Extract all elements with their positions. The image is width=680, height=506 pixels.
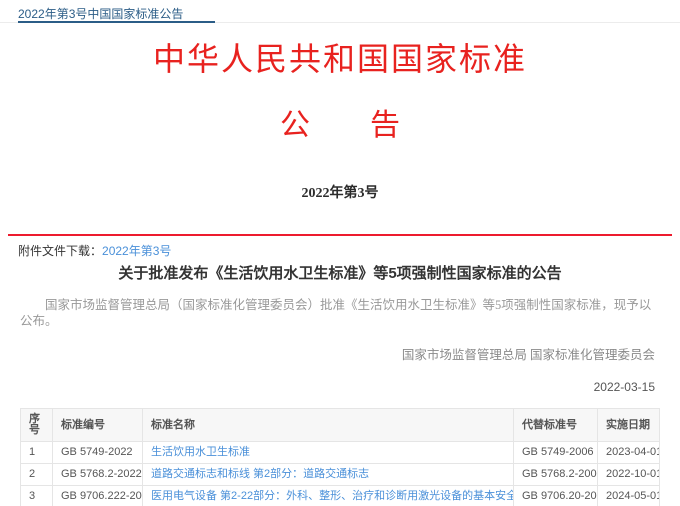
issue-number: 2022年第3号 — [0, 185, 680, 203]
cell-seq: 3 — [21, 486, 53, 506]
document-subtitle: 公 告 — [0, 108, 680, 144]
standard-name-link[interactable]: 医用电气设备 第2-22部分：外科、整形、治疗和诊断用激光设备的基本安全和基本性… — [151, 490, 514, 502]
announcement-body: 国家市场监督管理总局（国家标准化管理委员会）批准《生活饮用水卫生标准》等5项强制… — [20, 297, 660, 329]
table-row: 3 GB 9706.222-2022 医用电气设备 第2-22部分：外科、整形、… — [21, 486, 660, 506]
standard-name-link[interactable]: 生活饮用水卫生标准 — [151, 446, 250, 458]
table-row: 1 GB 5749-2022 生活饮用水卫生标准 GB 5749-2006 20… — [21, 442, 660, 464]
attachment-download-bar: 附件文件下载：2022年第3号 — [0, 236, 680, 261]
document-header: 中华人民共和国国家标准 公 告 2022年第3号 — [0, 39, 680, 203]
document-title: 中华人民共和国国家标准 — [0, 39, 680, 79]
cell-standard-code: GB 5768.2-2022 — [53, 464, 143, 486]
attachment-download-link[interactable]: 2022年第3号 — [102, 244, 171, 258]
top-nav-bar: 2022年第3号中国国家标准公告 — [0, 0, 680, 23]
header-implement-date: 实施日期 — [598, 409, 660, 442]
cell-seq: 1 — [21, 442, 53, 464]
table-header-row: 序号 标准编号 标准名称 代替标准号 实施日期 — [21, 409, 660, 442]
nav-active-underline — [18, 21, 215, 23]
header-seq: 序号 — [21, 409, 53, 442]
cell-standard-code: GB 5749-2022 — [53, 442, 143, 464]
header-standard-name: 标准名称 — [143, 409, 514, 442]
table-row: 2 GB 5768.2-2022 道路交通标志和标线 第2部分：道路交通标志 G… — [21, 464, 660, 486]
cell-implement-date: 2024-05-01 — [598, 486, 660, 506]
announcement-date: 2022-03-15 — [0, 380, 655, 394]
cell-implement-date: 2022-10-01 — [598, 464, 660, 486]
cell-implement-date: 2023-04-01 — [598, 442, 660, 464]
header-standard-code: 标准编号 — [53, 409, 143, 442]
header-replaced-code: 代替标准号 — [514, 409, 598, 442]
cell-replaced-code: GB 5768.2-2009 — [514, 464, 598, 486]
standards-table: 序号 标准编号 标准名称 代替标准号 实施日期 1 GB 5749-2022 生… — [20, 408, 660, 506]
announcement-heading: 关于批准发布《生活饮用水卫生标准》等5项强制性国家标准的公告 — [0, 264, 680, 284]
cell-replaced-code: GB 9706.20-2000 — [514, 486, 598, 506]
cell-seq: 2 — [21, 464, 53, 486]
announcement-signature: 国家市场监督管理总局 国家标准化管理委员会 — [0, 344, 655, 363]
attachment-label: 附件文件下载： — [18, 244, 102, 258]
page-tab-title[interactable]: 2022年第3号中国国家标准公告 — [18, 5, 183, 22]
standard-name-link[interactable]: 道路交通标志和标线 第2部分：道路交通标志 — [151, 468, 369, 480]
cell-replaced-code: GB 5749-2006 — [514, 442, 598, 464]
cell-standard-code: GB 9706.222-2022 — [53, 486, 143, 506]
